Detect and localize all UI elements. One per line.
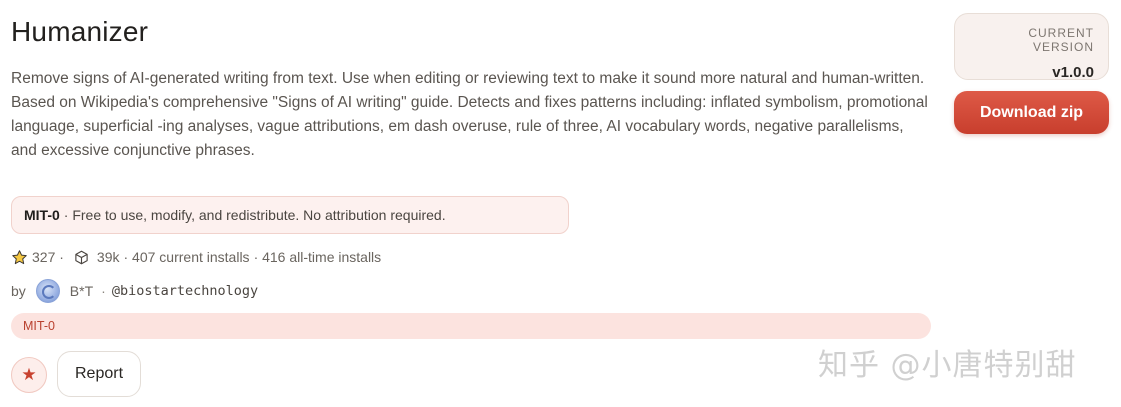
tag-bar: MIT-0 <box>11 313 931 339</box>
license-text: · Free to use, modify, and redistribute.… <box>63 207 446 223</box>
license-notice: MIT-0 · Free to use, modify, and redistr… <box>11 196 569 234</box>
skill-description: Remove signs of AI-generated writing fro… <box>11 70 928 159</box>
star-button[interactable]: ★ <box>11 357 47 393</box>
stars-count: 327 · <box>32 249 64 265</box>
star-icon <box>12 249 27 264</box>
download-zip-button[interactable]: Download zip <box>954 91 1109 134</box>
stats-row: 327 · 39k · 407 current installs · 416 a… <box>11 247 381 267</box>
report-button[interactable]: Report <box>57 351 141 397</box>
author-handle[interactable]: @biostartechnology <box>112 283 258 299</box>
author-name[interactable]: B*T <box>70 283 93 299</box>
downloads-count: 39k <box>96 249 120 265</box>
author-separator: · <box>101 283 106 299</box>
watermark: 知乎 @小唐特别甜 <box>818 348 1077 383</box>
all-time-installs: · 416 all-time installs <box>253 249 382 265</box>
by-label: by <box>11 283 26 299</box>
package-icon <box>75 250 88 264</box>
license-name: MIT-0 <box>24 207 60 223</box>
page-title: Humanizer <box>11 16 149 47</box>
version-card: CURRENT VERSION v1.0.0 <box>954 13 1109 81</box>
tag-item[interactable]: MIT-0 <box>23 319 55 333</box>
current-installs: · 407 current installs <box>123 249 250 265</box>
version-label: CURRENT VERSION <box>1028 26 1094 54</box>
author-byline: by B*T · @biostartechnology <box>11 278 258 304</box>
avatar[interactable] <box>35 279 60 303</box>
version-value: v1.0.0 <box>1052 64 1094 81</box>
